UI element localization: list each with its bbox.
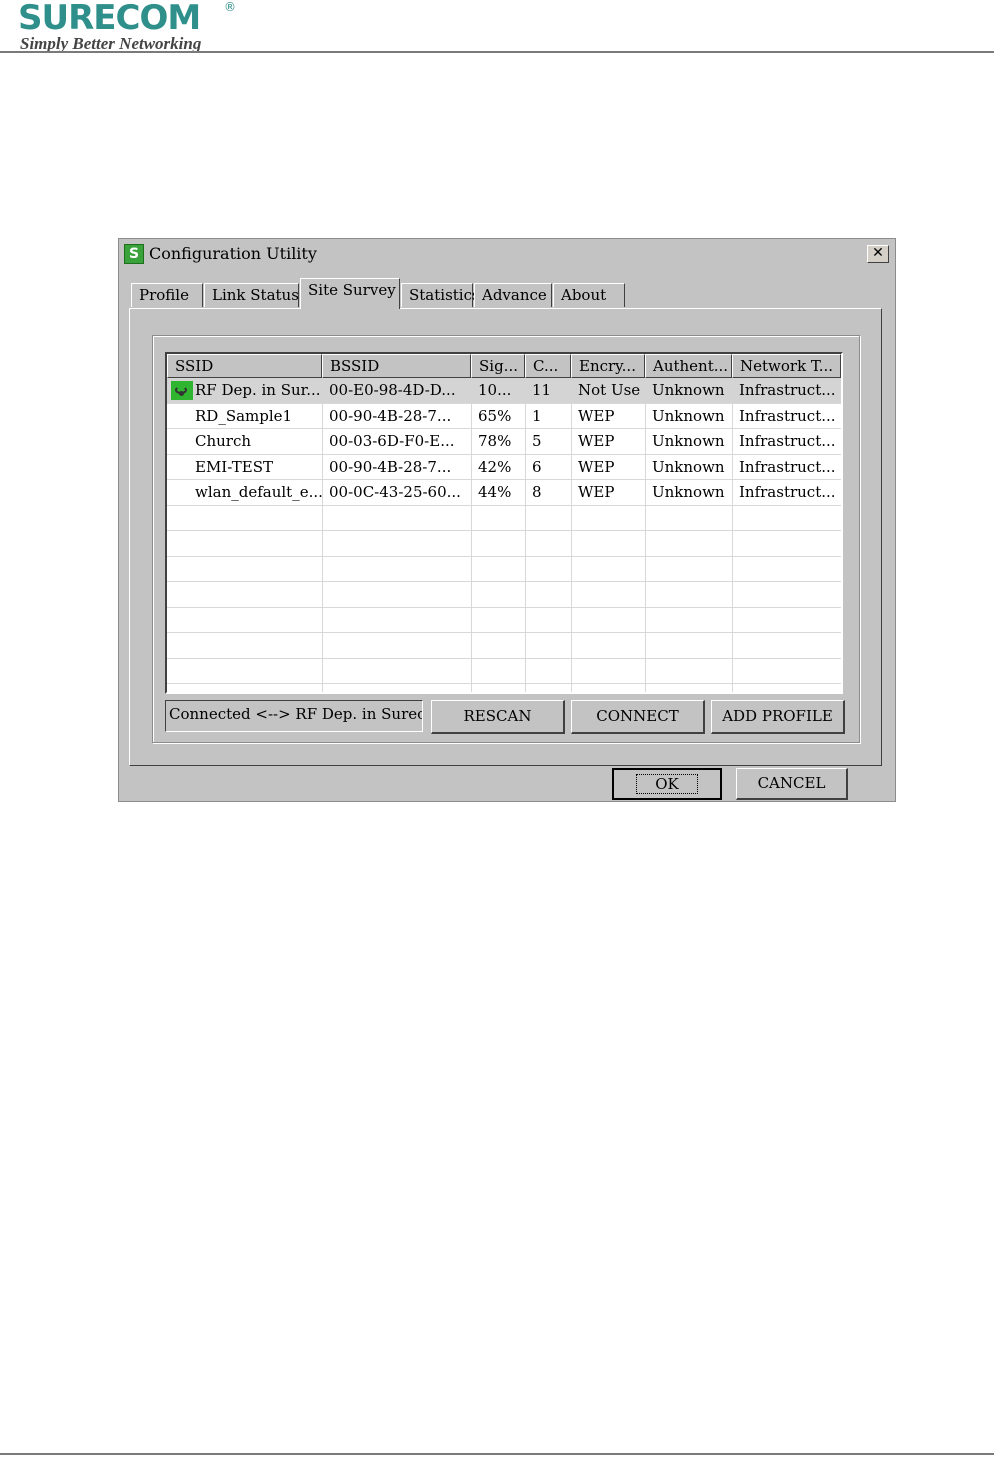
- window-title: Configuration Utility: [149, 244, 317, 263]
- column-signal[interactable]: Sig...: [471, 354, 525, 378]
- logo-text: SURECOM: [18, 0, 201, 38]
- surecom-logo: SURECOM ® Simply Better Networking: [18, 0, 238, 54]
- cell-encryption: WEP: [578, 483, 615, 501]
- cell-channel: 1: [532, 406, 542, 425]
- connect-button[interactable]: CONNECT: [571, 700, 705, 734]
- cell-ssid: wlan_default_e...: [195, 483, 322, 501]
- cell-channel: 11: [532, 381, 552, 399]
- site-survey-page: SSID BSSID Sig... C... Encry... Authent.…: [129, 308, 882, 766]
- cancel-button[interactable]: CANCEL: [736, 768, 848, 800]
- cell-network-type: Infrastruct...: [739, 432, 836, 450]
- tab-statistics[interactable]: Statistics: [401, 283, 480, 307]
- cell-encryption: Not Use: [578, 381, 641, 399]
- table-row[interactable]: RD_Sample1 00-90-4B-28-7... 65% 1 WEP Un…: [167, 404, 841, 429]
- empty-row: [167, 557, 841, 582]
- header-divider: [0, 51, 994, 53]
- connection-status-field: Connected <--> RF Dep. in Surecor: [165, 700, 423, 732]
- empty-row: [167, 582, 841, 608]
- cell-network-type: Infrastruct...: [739, 483, 836, 501]
- cell-bssid: 00-0C-43-25-60...: [329, 483, 461, 501]
- rescan-button[interactable]: RESCAN: [431, 700, 565, 734]
- cell-channel: 8: [532, 483, 542, 501]
- list-header: SSID BSSID Sig... C... Encry... Authent.…: [167, 354, 841, 378]
- table-row[interactable]: EMI-TEST 00-90-4B-28-7... 42% 6 WEP Unkn…: [167, 455, 841, 480]
- cell-ssid: EMI-TEST: [195, 457, 274, 476]
- footer-divider: [0, 1453, 994, 1455]
- cell-signal: 65%: [478, 406, 512, 425]
- tab-profile[interactable]: Profile: [131, 283, 203, 307]
- title-bar[interactable]: S Configuration Utility ✕: [121, 241, 893, 267]
- cell-ssid: RD_Sample1: [195, 406, 293, 425]
- empty-row: [167, 633, 841, 659]
- ok-button-label: OK: [636, 774, 698, 794]
- add-profile-button[interactable]: ADD PROFILE: [711, 700, 845, 734]
- ok-button[interactable]: OK: [612, 768, 722, 800]
- cell-authentication: Unknown: [652, 406, 725, 425]
- cell-ssid: RF Dep. in Sur...: [195, 381, 321, 399]
- column-channel[interactable]: C...: [525, 354, 571, 378]
- site-survey-list[interactable]: SSID BSSID Sig... C... Encry... Authent.…: [165, 352, 843, 694]
- cell-network-type: Infrastruct...: [739, 381, 836, 399]
- empty-row: [167, 659, 841, 684]
- tab-about[interactable]: About: [553, 283, 625, 307]
- cell-channel: 5: [532, 432, 542, 450]
- column-network-type[interactable]: Network T...: [732, 354, 841, 378]
- table-row[interactable]: Church 00-03-6D-F0-E... 78% 5 WEP Unknow…: [167, 429, 841, 455]
- column-bssid[interactable]: BSSID: [322, 354, 471, 378]
- table-row[interactable]: wlan_default_e... 00-0C-43-25-60... 44% …: [167, 480, 841, 506]
- tab-site-survey[interactable]: Site Survey: [300, 278, 400, 309]
- cell-encryption: WEP: [578, 432, 615, 450]
- app-icon: S: [124, 244, 144, 264]
- cell-bssid: 00-90-4B-28-7...: [329, 406, 452, 425]
- tab-link-status[interactable]: Link Status: [204, 283, 299, 307]
- table-row[interactable]: RF Dep. in Sur... 00-E0-98-4D-D... 10...…: [167, 378, 841, 404]
- cell-network-type: Infrastruct...: [739, 457, 836, 476]
- cell-authentication: Unknown: [652, 483, 725, 501]
- cell-encryption: WEP: [578, 457, 615, 476]
- cell-authentication: Unknown: [652, 381, 725, 399]
- close-button[interactable]: ✕: [867, 245, 889, 263]
- configuration-utility-window: S Configuration Utility ✕ Profile Link S…: [118, 238, 896, 802]
- column-authentication[interactable]: Authent...: [645, 354, 732, 378]
- cell-signal: 42%: [478, 457, 512, 476]
- cell-channel: 6: [532, 457, 542, 476]
- empty-row: [167, 506, 841, 531]
- cell-signal: 78%: [478, 432, 512, 450]
- cell-authentication: Unknown: [652, 457, 725, 476]
- cell-bssid: 00-90-4B-28-7...: [329, 457, 452, 476]
- empty-row: [167, 531, 841, 557]
- tab-advance[interactable]: Advance: [474, 283, 552, 307]
- cell-ssid: Church: [195, 432, 252, 450]
- cell-bssid: 00-03-6D-F0-E...: [329, 432, 455, 450]
- cell-authentication: Unknown: [652, 432, 725, 450]
- site-survey-group: SSID BSSID Sig... C... Encry... Authent.…: [152, 335, 860, 743]
- column-encryption[interactable]: Encry...: [571, 354, 645, 378]
- registered-mark: ®: [224, 0, 236, 14]
- cell-signal: 44%: [478, 483, 512, 501]
- cell-network-type: Infrastruct...: [739, 406, 836, 425]
- cell-signal: 10...: [478, 381, 512, 399]
- cell-bssid: 00-E0-98-4D-D...: [329, 381, 456, 399]
- cell-encryption: WEP: [578, 406, 615, 425]
- empty-row: [167, 608, 841, 633]
- column-ssid[interactable]: SSID: [167, 354, 322, 378]
